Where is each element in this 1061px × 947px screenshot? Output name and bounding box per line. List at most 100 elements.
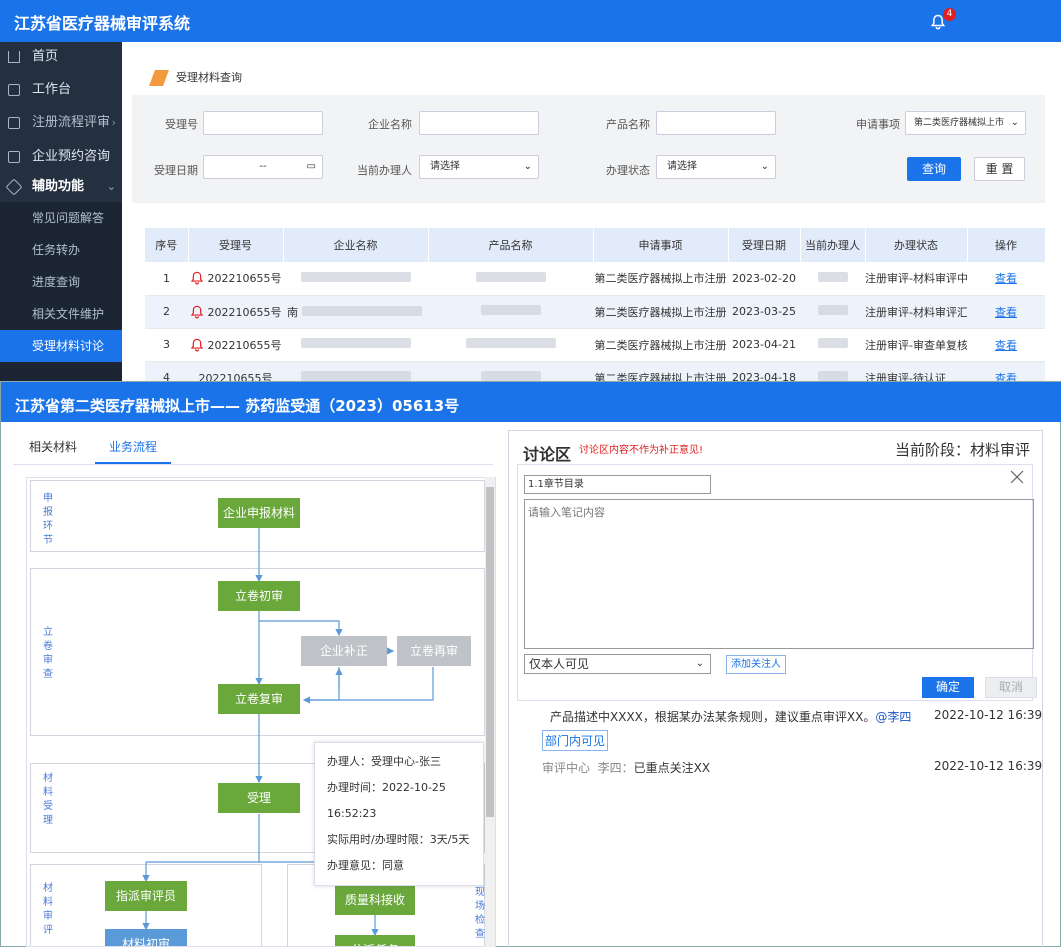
product-cell <box>428 295 593 329</box>
status-select[interactable]: 请选择 ⌄ <box>656 155 776 179</box>
discussion-warning: 讨论区内容不作为补正意见! <box>579 445 704 456</box>
flow-scrollbar[interactable] <box>485 477 495 947</box>
date-range-input[interactable]: -- ▭ <box>203 155 323 179</box>
sidebar-item-registration[interactable]: 注册流程评审 › <box>0 108 122 138</box>
mention-link[interactable]: @李四 <box>875 710 911 724</box>
redacted-text <box>817 338 848 348</box>
note-editor: 1.1章节目录 请输入笔记内容 仅本人可见 ⌄ 添加关注人 确定 取消 <box>517 464 1037 701</box>
close-icon[interactable] <box>1010 470 1024 484</box>
workflow-diagram: 申报环节 立卷审查 材料受理 材料审评 现场检查 企业申报材料 立卷初审 企业补… <box>26 477 496 947</box>
table-row[interactable]: 3 202210655号 第二类医疗器械拟上市注册 2023-04-21 注册审… <box>145 328 1045 362</box>
flag-icon <box>149 70 169 86</box>
sidebar-item-label: 首页 <box>32 49 59 64</box>
handler-select[interactable]: 请选择 ⌄ <box>419 155 539 179</box>
discussion-title: 讨论区 <box>523 445 572 464</box>
redacted-text <box>475 271 546 282</box>
apply-item-value: 第二类医疗器械拟上市 <box>914 118 1005 128</box>
flow-node-quality[interactable]: 质量科接收 <box>335 885 415 915</box>
flow-node-re-review[interactable]: 立卷再审 <box>397 636 471 666</box>
flow-tooltip: 办理人：受理中心-张三 办理时间：2022-10-25 16:52:23 实际用… <box>314 742 484 886</box>
redacted-text <box>300 371 411 381</box>
handler-cell <box>800 295 865 329</box>
message-time: 2022-10-12 16:39 <box>934 708 1043 722</box>
accept-no: 202210655号 <box>207 305 282 319</box>
message-1: 产品描述中XXXX，根据某办法某条规则，建议重点审评XX。@李四 <box>550 708 911 725</box>
query-button[interactable]: 查询 <box>907 157 961 181</box>
scrollbar-thumb[interactable] <box>486 487 494 817</box>
sidebar-subitem-files[interactable]: 相关文件维护 <box>0 298 122 330</box>
sidebar-subitem-progress[interactable]: 进度查询 <box>0 266 122 298</box>
sidebar-item-workbench[interactable]: 工作台 <box>0 75 122 105</box>
sidebar-subitem-discussion[interactable]: 受理材料讨论【3】 <box>0 330 122 385</box>
accept-no-input[interactable] <box>203 111 323 135</box>
company-cell <box>283 328 428 362</box>
column-header: 受理日期 <box>728 228 801 262</box>
redacted-text <box>300 271 411 282</box>
table-row[interactable]: 2 202210655号 南 第二类医疗器械拟上市注册 2023-03-25 注… <box>145 295 1045 329</box>
add-follower-button[interactable]: 添加关注人 <box>726 655 786 674</box>
message-text: 已重点关注XX <box>633 761 711 775</box>
flow-node-accept[interactable]: 受理 <box>218 783 300 813</box>
column-header: 产品名称 <box>428 228 594 262</box>
message-user: 李四： <box>597 761 634 775</box>
sidebar-item-label: 辅助功能 <box>32 179 85 194</box>
date-label: 受理日期 <box>154 164 198 177</box>
product-input[interactable] <box>656 111 776 135</box>
sidebar-item-home[interactable]: 首页 <box>0 42 122 72</box>
redacted-text <box>480 371 541 381</box>
chevron-down-icon: ⌄ <box>523 161 532 172</box>
sidebar-item-label: 注册流程评审 <box>32 115 111 130</box>
column-header: 申请事项 <box>593 228 729 262</box>
note-textarea[interactable]: 请输入笔记内容 <box>524 499 1034 649</box>
apply-item-select[interactable]: 第二类医疗器械拟上市 ⌄ <box>905 111 1026 135</box>
company-input[interactable] <box>419 111 539 135</box>
row-index: 3 <box>145 328 188 362</box>
row-index: 1 <box>145 262 188 296</box>
confirm-button[interactable]: 确定 <box>922 677 974 698</box>
flow-node-final-review[interactable]: 立卷复审 <box>218 684 300 714</box>
notification-bell-icon[interactable]: 4 <box>930 8 956 30</box>
chapter-field[interactable]: 1.1章节目录 <box>524 475 711 494</box>
flow-node-supplement[interactable]: 企业补正 <box>301 636 387 666</box>
calendar-icon: ▭ <box>306 161 316 172</box>
flow-node-assign[interactable]: 指派审评员 <box>105 881 187 911</box>
product-cell <box>428 262 593 296</box>
row-index: 2 <box>145 295 188 329</box>
redacted-text <box>465 338 556 348</box>
flow-node-material-review[interactable]: 材料初审 <box>105 929 187 946</box>
modal-title: 江苏省第二类医疗器械拟上市—— 苏药监受通（2023）05613号 <box>1 382 1061 422</box>
message-org: 审评中心 <box>542 761 591 775</box>
doc-icon <box>8 117 20 129</box>
sidebar-item-consult[interactable]: 企业预约咨询 <box>0 142 122 172</box>
sidebar-item-label: 企业预约咨询 <box>32 149 111 164</box>
view-link[interactable]: 查看 <box>995 339 1017 352</box>
tab-workflow[interactable]: 业务流程 <box>95 430 172 464</box>
message-text: 产品描述中XXXX，根据某办法某条规则，建议重点审评XX。 <box>550 710 876 724</box>
flow-node-dispatch[interactable]: 分派任务 <box>335 935 415 946</box>
calendar-icon <box>8 151 20 163</box>
date-cell: 2023-03-25 <box>728 295 800 329</box>
redacted-text <box>480 305 541 315</box>
sidebar-item-tools[interactable]: 辅助功能 ⌄ <box>0 172 122 202</box>
flow-node-apply[interactable]: 企业申报材料 <box>218 498 300 528</box>
tab-materials[interactable]: 相关材料 <box>29 430 77 464</box>
sidebar-subitem-transfer[interactable]: 任务转办 <box>0 234 122 266</box>
chevron-down-icon: ⌄ <box>106 180 116 193</box>
breadcrumb-label: 受理材料查询 <box>176 71 242 84</box>
apply-item-cell: 第二类医疗器械拟上市注册 <box>593 262 728 296</box>
chevron-down-icon: ⌄ <box>760 161 769 172</box>
message-2: 审评中心 李四：已重点关注XX <box>542 759 710 776</box>
table-row[interactable]: 1 202210655号 第二类医疗器械拟上市注册 2023-02-20 注册审… <box>145 262 1045 296</box>
flow-node-initial-review[interactable]: 立卷初审 <box>218 581 300 611</box>
date-value: -- <box>259 161 267 172</box>
cancel-button[interactable]: 取消 <box>985 677 1037 698</box>
reset-button[interactable]: 重 置 <box>974 157 1025 181</box>
sidebar-subitem-faq[interactable]: 常见问题解答 <box>0 202 122 234</box>
view-link[interactable]: 查看 <box>995 306 1017 319</box>
visibility-select[interactable]: 仅本人可见 ⌄ <box>524 654 711 674</box>
view-link[interactable]: 查看 <box>995 272 1017 285</box>
alert-bell-icon <box>190 271 203 285</box>
chevron-right-icon: › <box>111 116 116 129</box>
chevron-down-icon: ⌄ <box>1010 117 1019 128</box>
accept-no-cell: 202210655号 <box>188 262 283 296</box>
